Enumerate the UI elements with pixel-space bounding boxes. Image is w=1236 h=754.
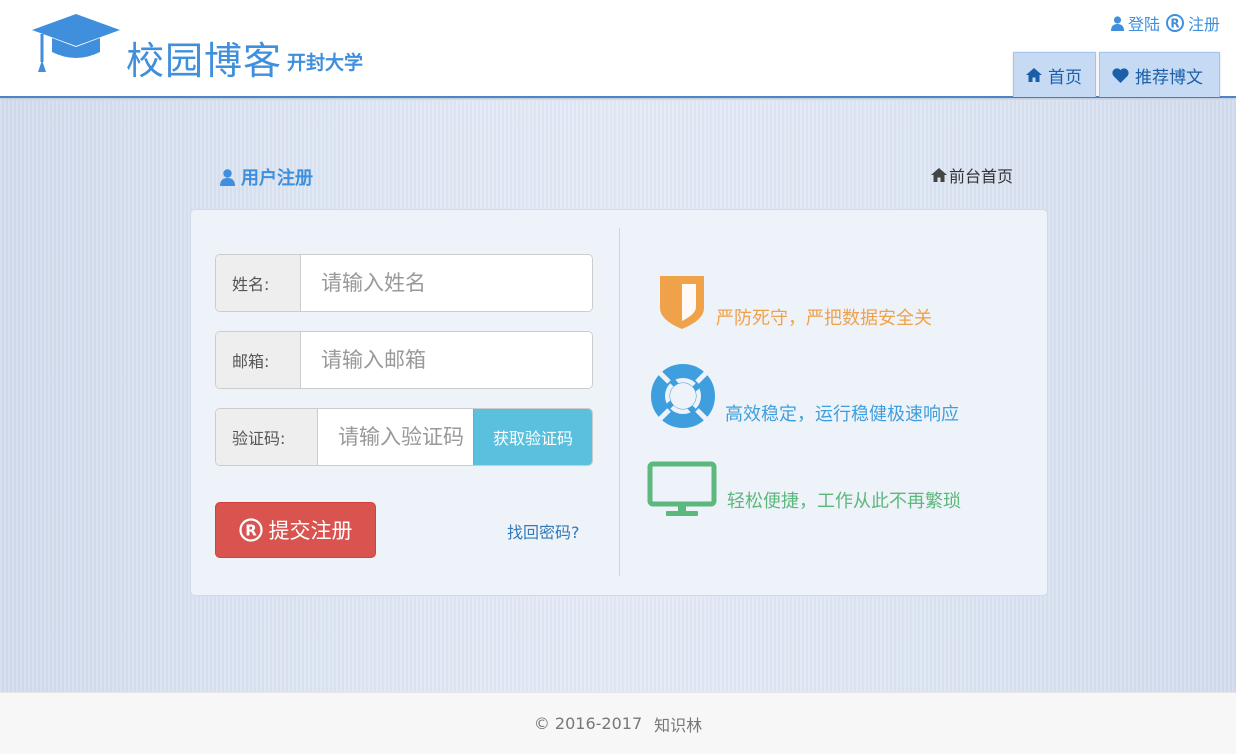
site-footer: © 2016-2017 知识林 <box>0 692 1236 754</box>
monitor-icon <box>647 461 717 516</box>
main-nav: 首页 推荐博文 <box>1013 52 1220 97</box>
feature-convenience-text: 轻松便捷，工作从此不再繁琐 <box>727 491 961 512</box>
top-links: 登陆 R 注册 <box>1110 11 1220 35</box>
register-link[interactable]: R 注册 <box>1165 11 1220 35</box>
code-label: 验证码: <box>216 409 318 465</box>
email-label: 邮箱: <box>216 332 301 388</box>
email-field-group: 邮箱: <box>215 331 593 389</box>
register-label: 注册 <box>1187 15 1220 34</box>
graduation-cap-icon <box>32 14 120 72</box>
site-header: 校园博客 开封大学 登陆 R 注册 首页 推荐博文 <box>0 0 1236 98</box>
code-input[interactable] <box>318 409 473 465</box>
nav-recommended-label: 推荐博文 <box>1135 67 1203 88</box>
email-input[interactable] <box>301 332 592 388</box>
site-title[interactable]: 校园博客 <box>126 30 282 85</box>
user-icon <box>220 168 235 186</box>
nav-home[interactable]: 首页 <box>1013 52 1096 97</box>
panel-divider <box>619 228 620 576</box>
name-input[interactable] <box>301 255 592 311</box>
feature-security: 严防死守，严把数据安全关 <box>658 274 932 330</box>
register-panel: 姓名: 邮箱: 验证码: 获取验证码 R 提交注册 找回密码? 严防死守，严把数… <box>190 209 1048 596</box>
name-field-group: 姓名: <box>215 254 593 312</box>
section-title-text: 用户注册 <box>241 168 313 189</box>
feature-convenience: 轻松便捷，工作从此不再繁琐 <box>647 461 961 517</box>
user-icon <box>1110 15 1124 31</box>
submit-label: 提交注册 <box>268 519 353 543</box>
feature-security-text: 严防死守，严把数据安全关 <box>716 308 932 329</box>
site-subtitle: 开封大学 <box>287 52 364 74</box>
author-text: 知识林 <box>654 715 703 735</box>
login-label: 登陆 <box>1127 15 1160 34</box>
home-icon <box>1026 68 1042 82</box>
submit-register-button[interactable]: R 提交注册 <box>215 502 376 558</box>
feature-stability: 高效稳定，运行稳健极速响应 <box>651 364 959 428</box>
feature-stability-text: 高效稳定，运行稳健极速响应 <box>725 404 959 425</box>
copyright-text: © 2016-2017 <box>533 714 643 733</box>
svg-text:R: R <box>1170 17 1179 31</box>
registered-icon: R <box>1165 14 1184 32</box>
nav-recommended[interactable]: 推荐博文 <box>1099 52 1220 97</box>
name-label: 姓名: <box>216 255 301 311</box>
life-ring-icon <box>651 364 715 428</box>
section-title: 用户注册 <box>220 164 313 190</box>
nav-home-label: 首页 <box>1048 67 1082 88</box>
login-link[interactable]: 登陆 <box>1110 11 1160 35</box>
frontend-home-link[interactable]: 前台首页 <box>931 163 1013 187</box>
forgot-password-link[interactable]: 找回密码? <box>507 519 580 543</box>
registered-icon: R <box>238 518 263 542</box>
shield-icon <box>660 276 704 329</box>
home-link-label: 前台首页 <box>949 167 1014 186</box>
get-code-button[interactable]: 获取验证码 <box>473 409 592 465</box>
heart-icon <box>1112 67 1129 83</box>
home-icon <box>931 168 947 182</box>
code-field-group: 验证码: 获取验证码 <box>215 408 593 466</box>
svg-text:R: R <box>245 522 257 540</box>
